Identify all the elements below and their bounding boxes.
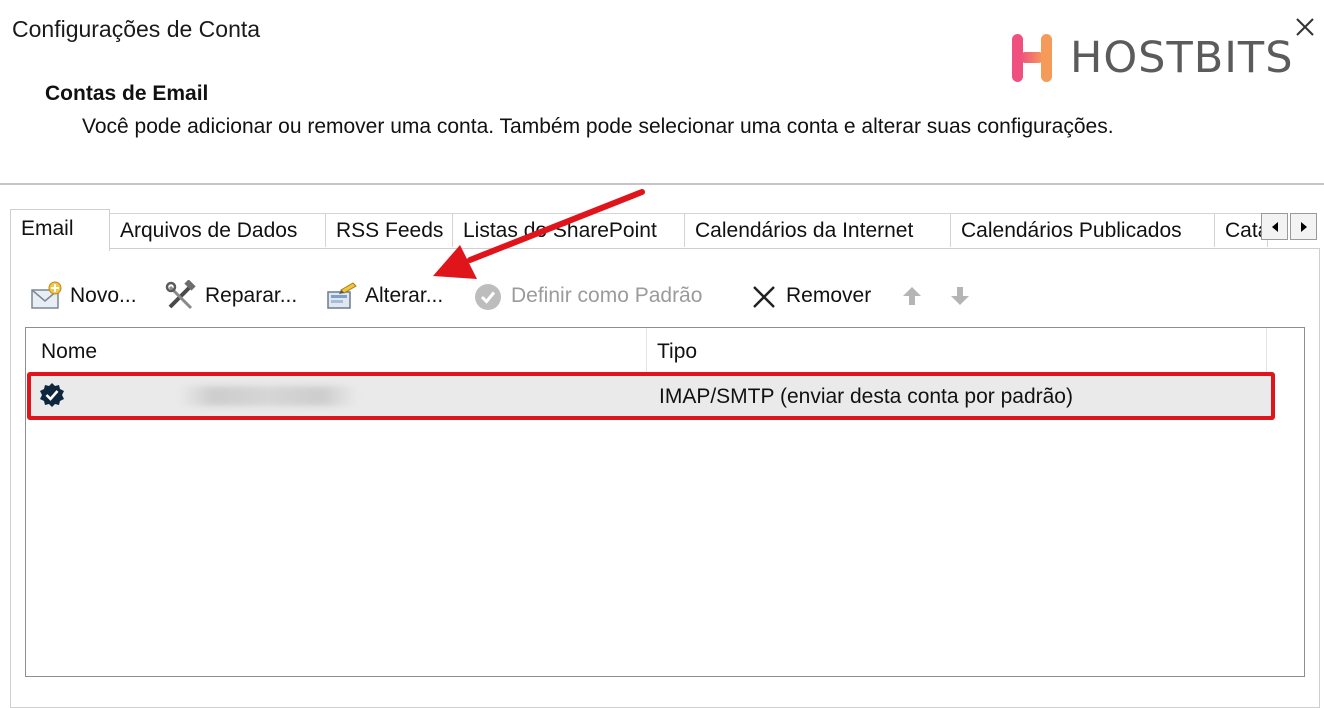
- repair-tools-icon: [165, 280, 196, 310]
- tab-sharepoint-lists[interactable]: Listas do SharePoint: [452, 213, 685, 247]
- header-divider: [0, 183, 1324, 185]
- repair-button[interactable]: Reparar...: [165, 278, 297, 314]
- redacted-account-name: [178, 386, 358, 406]
- column-header-name[interactable]: Nome: [41, 340, 97, 364]
- new-email-icon: [31, 281, 62, 309]
- hostbits-logo-icon: [1012, 34, 1052, 82]
- close-icon: [1296, 18, 1314, 36]
- triangle-left-icon: [1271, 221, 1278, 232]
- section-description: Você pode adicionar ou remover uma conta…: [82, 115, 1114, 138]
- arrow-up-icon: [903, 287, 921, 305]
- account-type: IMAP/SMTP (enviar desta conta por padrão…: [659, 385, 1073, 408]
- repair-label: Reparar...: [205, 284, 298, 307]
- move-down-button[interactable]: [948, 278, 978, 314]
- table-row[interactable]: IMAP/SMTP (enviar desta conta por padrão…: [28, 376, 1274, 416]
- set-default-button[interactable]: Definir como Padrão: [473, 278, 702, 314]
- default-account-check-icon: [40, 383, 64, 407]
- hostbits-logo: HOSTBITS: [1010, 30, 1293, 86]
- tab-published-calendars[interactable]: Calendários Publicados: [950, 213, 1215, 247]
- tab-scroll-left-button[interactable]: [1261, 213, 1288, 240]
- tab-rss-feeds[interactable]: RSS Feeds: [325, 213, 453, 247]
- remove-label: Remover: [786, 284, 872, 307]
- account-list[interactable]: Nome Tipo IMAP/SMTP (enviar desta conta …: [25, 327, 1305, 677]
- column-separator[interactable]: [1266, 328, 1267, 372]
- move-up-button[interactable]: [900, 278, 930, 314]
- hostbits-logo-text: HOSTBITS: [1070, 33, 1294, 83]
- new-account-label: Novo...: [70, 284, 137, 307]
- change-button[interactable]: Alterar...: [325, 278, 443, 314]
- x-remove-icon: [753, 286, 775, 308]
- tab-email[interactable]: Email: [10, 209, 110, 251]
- section-heading: Contas de Email: [45, 82, 209, 105]
- close-button[interactable]: [1290, 12, 1320, 42]
- tab-address-books[interactable]: Catálogos de Endereços: [1214, 213, 1268, 247]
- account-toolbar: Novo... Reparar... Alterar... Definir co…: [0, 278, 1324, 314]
- triangle-right-icon: [1300, 221, 1307, 232]
- tab-scroll-right-button[interactable]: [1290, 213, 1317, 240]
- change-label: Alterar...: [365, 284, 444, 307]
- arrow-down-icon: [951, 287, 969, 305]
- remove-button[interactable]: Remover: [750, 278, 871, 314]
- new-account-button[interactable]: Novo...: [30, 278, 137, 314]
- column-header-type[interactable]: Tipo: [657, 340, 697, 364]
- window-title: Configurações de Conta: [12, 16, 261, 42]
- tab-internet-calendars[interactable]: Calendários da Internet: [684, 213, 951, 247]
- set-default-label: Definir como Padrão: [511, 284, 703, 307]
- tab-data-files[interactable]: Arquivos de Dados: [109, 213, 326, 247]
- column-separator[interactable]: [646, 328, 647, 372]
- change-settings-icon: [327, 282, 357, 309]
- checkmark-circle-icon: [475, 284, 501, 310]
